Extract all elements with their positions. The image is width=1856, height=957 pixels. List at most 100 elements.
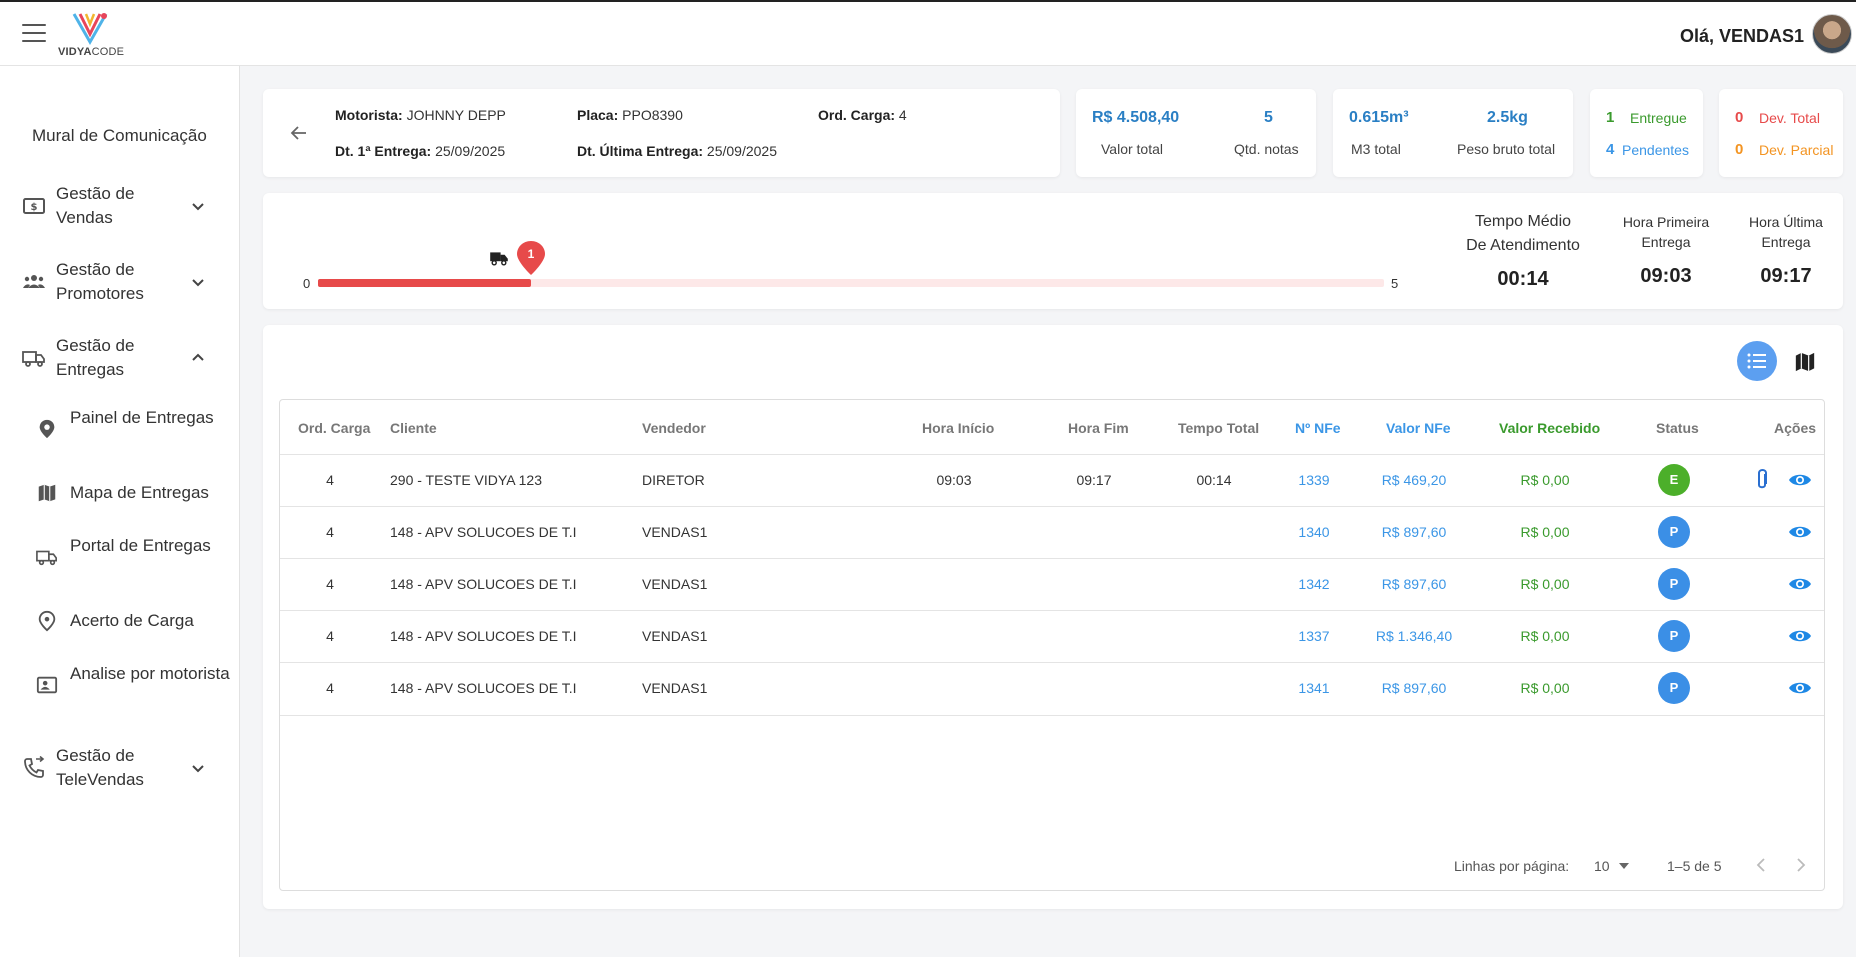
sidebar-item-mural[interactable]: Mural de Comunicação	[32, 126, 207, 146]
load-info-card: Motorista: JOHNNY DEPP Dt. 1ª Entrega: 2…	[263, 89, 1060, 177]
dropdown-arrow-icon	[1619, 863, 1629, 869]
hora-primeira-value: 09:03	[1640, 265, 1692, 287]
next-page-icon[interactable]	[1794, 857, 1808, 873]
hamburger-menu-icon[interactable]	[22, 24, 46, 42]
col-header-status[interactable]: Status	[1656, 420, 1699, 436]
pin-icon	[39, 419, 55, 439]
cell-cliente: 148 - APV SOLUCOES DE T.I	[390, 680, 577, 696]
sidebar-subitem-painel-entregas[interactable]: Painel de Entregas	[0, 404, 240, 456]
col-header-vendedor[interactable]: Vendedor	[642, 420, 706, 436]
value-stats-card: R$ 4.508,40 Valor total 5 Qtd. notas	[1076, 89, 1316, 177]
view-eye-icon[interactable]	[1788, 680, 1812, 696]
truck-icon	[490, 252, 508, 266]
ord-carga-field: Ord. Carga: 4	[818, 107, 907, 123]
status-badge: E	[1658, 464, 1690, 496]
sidebar-subitem-label: Acerto de Carga	[70, 611, 194, 630]
dev-parcial-label: Dev. Parcial	[1759, 142, 1834, 158]
entregue-label: Entregue	[1630, 110, 1687, 126]
list-icon	[1747, 353, 1766, 369]
col-header-nfe[interactable]: Nº NFe	[1295, 420, 1341, 436]
col-header-cliente[interactable]: Cliente	[390, 420, 437, 436]
sidebar-subitem-label: Portal de Entregas	[70, 536, 211, 555]
chevron-down-icon	[192, 279, 204, 287]
table-bottom-divider	[280, 715, 1824, 716]
valor-total-label: Valor total	[1101, 141, 1163, 157]
col-header-valor-recebido[interactable]: Valor Recebido	[1499, 420, 1600, 436]
map-view-icon[interactable]	[1794, 351, 1816, 373]
phone-icon	[24, 756, 45, 778]
dev-parcial-count: 0	[1735, 141, 1744, 158]
col-header-hora-inicio[interactable]: Hora Início	[922, 420, 994, 436]
status-badge: P	[1658, 516, 1690, 548]
sidebar-item-label: Gestão de Vendas	[56, 184, 135, 227]
sidebar-subitem-label: Analise por motorista	[70, 664, 230, 683]
cell-valor-nfe: R$ 897,60	[1381, 576, 1447, 592]
sidebar-item-gestao-vendas[interactable]: $ Gestão de Vendas	[0, 176, 240, 236]
peso-bruto-label: Peso bruto total	[1457, 141, 1556, 157]
id-card-icon	[36, 676, 58, 694]
sidebar-item-gestao-televendas[interactable]: Gestão de TeleVendas	[0, 738, 240, 798]
col-header-acoes: Ações	[1774, 420, 1817, 436]
view-eye-icon[interactable]	[1788, 524, 1812, 540]
sidebar-subitem-analise-motorista[interactable]: Analise por motorista	[0, 660, 240, 712]
dev-total-count: 0	[1735, 109, 1744, 126]
back-arrow-icon[interactable]	[289, 123, 309, 143]
m3-total-label: M3 total	[1351, 141, 1401, 157]
sidebar-item-gestao-promotores[interactable]: Gestão de Promotores	[0, 252, 240, 312]
prev-page-icon[interactable]	[1754, 857, 1768, 873]
chevron-down-icon	[192, 203, 204, 211]
view-eye-icon[interactable]	[1788, 472, 1812, 488]
delivery-progress-bar	[318, 279, 1384, 287]
col-header-hora-fim[interactable]: Hora Fim	[1068, 420, 1129, 436]
attachment-icon[interactable]	[1755, 468, 1769, 492]
badge-count: 1	[527, 247, 535, 261]
chevron-down-icon	[192, 765, 204, 773]
view-eye-icon[interactable]	[1788, 628, 1812, 644]
cell-cliente: 148 - APV SOLUCOES DE T.I	[390, 576, 577, 592]
status-badge: P	[1658, 620, 1690, 652]
sidebar-item-gestao-entregas[interactable]: Gestão de Entregas	[0, 328, 240, 388]
progress-min-label: 0	[303, 276, 311, 291]
cell-cliente: 148 - APV SOLUCOES DE T.I	[390, 524, 577, 540]
sidebar: Mural de Comunicação $ Gestão de Vendas …	[0, 66, 240, 957]
cell-fim: 09:17	[1076, 472, 1112, 488]
truck-icon	[36, 550, 57, 566]
people-icon	[23, 275, 45, 288]
sidebar-subitem-mapa-entregas[interactable]: Mapa de Entregas	[0, 478, 240, 508]
user-greeting: Olá, VENDAS1	[1679, 26, 1804, 46]
cell-valor-recebido: R$ 0,00	[1520, 576, 1570, 592]
tempo-medio-value: 00:14	[1497, 268, 1549, 290]
cell-ord: 4	[326, 472, 334, 488]
location-icon	[38, 610, 56, 632]
sidebar-subitem-acerto-carga[interactable]: Acerto de Carga	[0, 606, 240, 636]
dt-primeira-entrega-field: Dt. 1ª Entrega: 25/09/2025	[335, 143, 506, 159]
tempo-medio-title: Tempo Médio De Atendimento	[1466, 213, 1580, 254]
pendentes-count: 4	[1606, 141, 1615, 158]
col-header-valor-nfe[interactable]: Valor NFe	[1386, 420, 1451, 436]
hora-ultima-title: Hora Última Entrega	[1749, 214, 1823, 250]
list-view-button[interactable]	[1737, 341, 1777, 381]
cell-valor-recebido: R$ 0,00	[1520, 524, 1570, 540]
cell-vendedor: VENDAS1	[642, 628, 708, 644]
col-header-tempo-total[interactable]: Tempo Total	[1178, 420, 1259, 436]
avatar[interactable]	[1812, 14, 1852, 54]
sidebar-subitem-label: Painel de Entregas	[70, 408, 214, 427]
qtd-notas-label: Qtd. notas	[1234, 141, 1299, 157]
cell-cliente: 290 - TESTE VIDYA 123	[390, 472, 543, 488]
m3-total-value: 0.615m³	[1349, 109, 1409, 126]
sales-icon: $	[23, 198, 45, 214]
progress-fill	[318, 279, 531, 287]
cell-vendedor: VENDAS1	[642, 524, 708, 540]
cell-valor-recebido: R$ 0,00	[1520, 472, 1570, 488]
col-header-ord-carga[interactable]: Ord. Carga	[298, 420, 370, 436]
qtd-notas-value: 5	[1264, 109, 1273, 126]
sidebar-subitem-portal-entregas[interactable]: Portal de Entregas	[0, 532, 240, 584]
rows-per-page-label: Linhas por página:	[1454, 858, 1570, 874]
valor-total-value: R$ 4.508,40	[1092, 109, 1180, 126]
progress-max-label: 5	[1391, 276, 1399, 291]
view-eye-icon[interactable]	[1788, 576, 1812, 592]
cell-cliente: 148 - APV SOLUCOES DE T.I	[390, 628, 577, 644]
rows-per-page-select[interactable]: 10	[1594, 856, 1634, 876]
cell-ord: 4	[326, 524, 334, 540]
pendentes-label: Pendentes	[1622, 142, 1689, 158]
